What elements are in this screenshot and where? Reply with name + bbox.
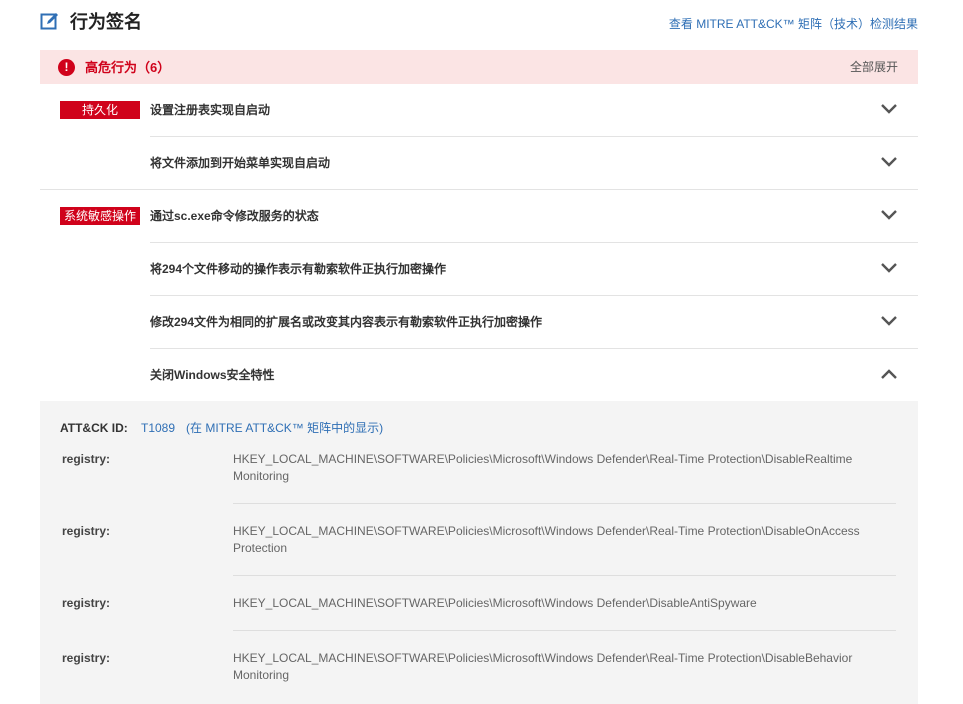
edit-icon [40, 13, 58, 30]
registry-value: HKEY_LOCAL_MACHINE\SOFTWARE\Policies\Mic… [233, 451, 903, 485]
attck-matrix-link[interactable]: (在 MITRE ATT&CK™ 矩阵中的显示) [186, 420, 383, 436]
attck-id-link[interactable]: T1089 [141, 420, 175, 436]
registry-value-line: HKEY_LOCAL_MACHINE\SOFTWARE\Policies\Mic… [233, 651, 853, 665]
registry-key-label: registry: [62, 651, 111, 665]
behavior-label: 设置注册表实现自启动 [150, 103, 271, 117]
behavior-row[interactable]: 修改294文件为相同的扩展名或改变其内容表示有勒索软件正执行加密操作 [150, 296, 918, 349]
registry-value: HKEY_LOCAL_MACHINE\SOFTWARE\Policies\Mic… [233, 523, 903, 557]
chevron-down-icon [881, 263, 897, 273]
registry-value-line: Monitoring [233, 668, 290, 682]
high-risk-bar: ! 高危行为（6） 全部展开 [40, 50, 918, 84]
behavior-row[interactable]: 设置注册表实现自启动 [150, 84, 918, 137]
alert-icon: ! [58, 59, 75, 76]
behavior-row[interactable]: 将294个文件移动的操作表示有勒索软件正执行加密操作 [150, 243, 918, 296]
page-title: 行为签名 [70, 12, 142, 32]
chevron-up-icon [881, 369, 897, 379]
divider [233, 575, 896, 576]
behavior-row-expanded[interactable]: 关闭Windows安全特性 [150, 349, 918, 402]
chevron-down-icon [881, 316, 897, 326]
divider [233, 630, 896, 631]
behavior-label: 关闭Windows安全特性 [150, 368, 275, 382]
behavior-label: 将文件添加到开始菜单实现自启动 [150, 156, 331, 170]
registry-value-line: Monitoring [233, 469, 290, 483]
registry-value-line: Protection [233, 541, 288, 555]
behavior-row[interactable]: 将文件添加到开始菜单实现自启动 [150, 137, 918, 190]
registry-value-line: HKEY_LOCAL_MACHINE\SOFTWARE\Policies\Mic… [233, 452, 853, 466]
registry-value-line: HKEY_LOCAL_MACHINE\SOFTWARE\Policies\Mic… [233, 524, 860, 538]
chevron-down-icon [881, 157, 897, 167]
behavior-row[interactable]: 通过sc.exe命令修改服务的状态 [150, 190, 918, 243]
behavior-detail-panel: ATT&CK ID: T1089 (在 MITRE ATT&CK™ 矩阵中的显示… [40, 401, 918, 704]
tag-sensitive-ops: 系统敏感操作 [60, 207, 140, 225]
behavior-label: 将294个文件移动的操作表示有勒索软件正执行加密操作 [150, 262, 447, 276]
divider [233, 503, 896, 504]
registry-key-label: registry: [62, 452, 111, 466]
expand-all-button[interactable]: 全部展开 [850, 60, 898, 75]
section-header: 行为签名 查看 MITRE ATT&CK™ 矩阵（技术）检测结果 [40, 10, 918, 34]
behavior-label: 通过sc.exe命令修改服务的状态 [150, 209, 319, 223]
mitre-matrix-link[interactable]: 查看 MITRE ATT&CK™ 矩阵（技术）检测结果 [669, 16, 918, 32]
tag-persistence: 持久化 [60, 101, 140, 119]
behavior-label: 修改294文件为相同的扩展名或改变其内容表示有勒索软件正执行加密操作 [150, 315, 543, 329]
chevron-down-icon [881, 104, 897, 114]
registry-key-label: registry: [62, 524, 111, 538]
registry-value: HKEY_LOCAL_MACHINE\SOFTWARE\Policies\Mic… [233, 650, 903, 684]
registry-value: HKEY_LOCAL_MACHINE\SOFTWARE\Policies\Mic… [233, 595, 903, 612]
registry-key-label: registry: [62, 596, 111, 610]
registry-value-line: HKEY_LOCAL_MACHINE\SOFTWARE\Policies\Mic… [233, 596, 757, 610]
high-risk-label: 高危行为（6） [85, 60, 171, 75]
attck-id-label: ATT&CK ID: [60, 421, 128, 435]
chevron-down-icon [881, 210, 897, 220]
